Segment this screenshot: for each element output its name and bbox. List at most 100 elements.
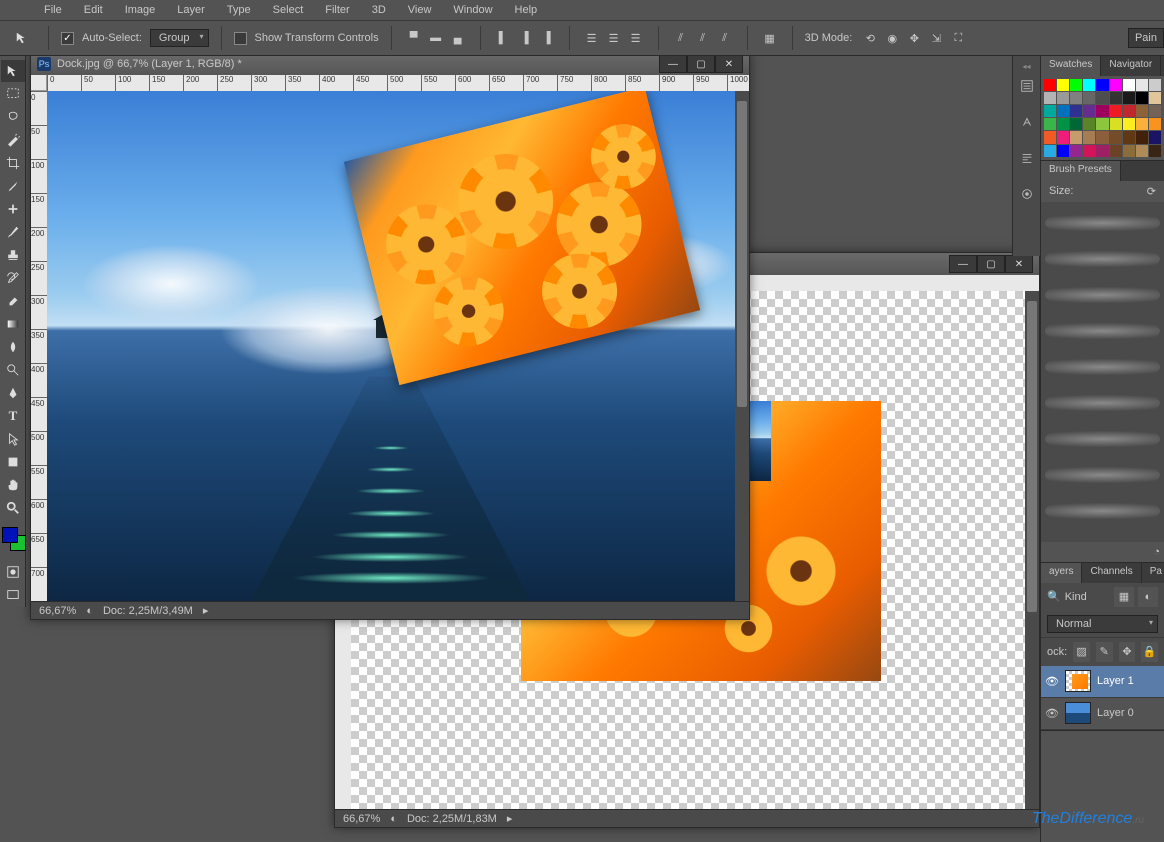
lock-pixels-icon[interactable]: ✎ xyxy=(1096,642,1113,662)
swatch[interactable] xyxy=(1083,145,1095,157)
swatch[interactable] xyxy=(1057,105,1069,117)
swatch[interactable] xyxy=(1110,145,1122,157)
paths-tab[interactable]: Pa xyxy=(1142,563,1164,583)
auto-select-checkbox[interactable] xyxy=(61,32,74,45)
wand-tool[interactable] xyxy=(1,129,25,151)
marquee-tool[interactable] xyxy=(1,83,25,105)
swatch[interactable] xyxy=(1149,118,1161,130)
menu-layer[interactable]: Layer xyxy=(167,2,215,18)
history-panel-icon[interactable] xyxy=(1015,72,1039,100)
maximize-button[interactable]: ▢ xyxy=(977,255,1005,273)
swatch[interactable] xyxy=(1110,131,1122,143)
swatch[interactable] xyxy=(1083,105,1095,117)
zoom-tool[interactable] xyxy=(1,497,25,519)
swatch[interactable] xyxy=(1110,105,1122,117)
swatch[interactable] xyxy=(1123,79,1135,91)
layer-row-0[interactable]: 👁 Layer 0 xyxy=(1041,698,1164,730)
align-top-icon[interactable]: ▀ xyxy=(404,28,424,48)
layer-row-1[interactable]: 👁 Layer 1 xyxy=(1041,666,1164,698)
menu-view[interactable]: View xyxy=(398,2,442,18)
channels-tab[interactable]: Channels xyxy=(1082,563,1141,583)
swatch[interactable] xyxy=(1110,92,1122,104)
swatch[interactable] xyxy=(1057,145,1069,157)
crop-tool[interactable] xyxy=(1,152,25,174)
close-button[interactable]: ✕ xyxy=(715,55,743,73)
shape-tool[interactable] xyxy=(1,451,25,473)
menu-type[interactable]: Type xyxy=(217,2,261,18)
healing-tool[interactable] xyxy=(1,198,25,220)
swatch[interactable] xyxy=(1123,118,1135,130)
menu-select[interactable]: Select xyxy=(263,2,314,18)
doc2-scrollbar[interactable] xyxy=(1025,291,1039,809)
lock-transparent-icon[interactable]: ▨ xyxy=(1073,642,1090,662)
swatch[interactable] xyxy=(1136,79,1148,91)
swatch[interactable] xyxy=(1149,105,1161,117)
doc1-canvas[interactable] xyxy=(47,91,735,601)
lock-all-icon[interactable]: 🔒 xyxy=(1141,642,1158,662)
swatch[interactable] xyxy=(1070,131,1082,143)
menu-window[interactable]: Window xyxy=(443,2,502,18)
eraser-tool[interactable] xyxy=(1,290,25,312)
menu-file[interactable]: File xyxy=(34,2,72,18)
menu-filter[interactable]: Filter xyxy=(315,2,359,18)
close-button[interactable]: ✕ xyxy=(1005,255,1033,273)
swatch[interactable] xyxy=(1123,92,1135,104)
brush-presets-tab[interactable]: Brush Presets xyxy=(1041,161,1121,181)
align-vcenter-icon[interactable]: ▬ xyxy=(426,28,446,48)
filter-adjust-icon[interactable]: ◐ xyxy=(1138,587,1158,607)
current-tool-icon[interactable] xyxy=(8,27,36,49)
swatch[interactable] xyxy=(1096,105,1108,117)
doc2-zoom[interactable]: 66,67% xyxy=(343,813,380,825)
swatch[interactable] xyxy=(1149,92,1161,104)
swatch[interactable] xyxy=(1083,131,1095,143)
hand-tool[interactable] xyxy=(1,474,25,496)
lock-position-icon[interactable]: ✥ xyxy=(1119,642,1136,662)
brush-list[interactable] xyxy=(1041,202,1164,542)
collapse-handle-icon[interactable]: ◂◂ xyxy=(1013,62,1040,70)
auto-select-dropdown[interactable]: Group xyxy=(150,29,209,47)
swatch[interactable] xyxy=(1136,118,1148,130)
doc1-zoom[interactable]: 66,67% xyxy=(39,605,76,617)
brush-tool[interactable] xyxy=(1,221,25,243)
dist-hcenter-icon[interactable]: ⫽ xyxy=(693,28,713,48)
dist-vcenter-icon[interactable]: ☰ xyxy=(604,28,624,48)
visibility-icon[interactable]: 👁 xyxy=(1045,706,1059,720)
screenmode-tool[interactable] xyxy=(1,584,25,606)
paint-button[interactable]: Pain xyxy=(1128,28,1164,48)
lasso-tool[interactable] xyxy=(1,106,25,128)
menu-help[interactable]: Help xyxy=(505,2,548,18)
layer-name[interactable]: Layer 0 xyxy=(1097,707,1134,719)
swatch[interactable] xyxy=(1044,105,1056,117)
info-icon[interactable]: ◐ xyxy=(390,813,397,825)
swatch[interactable] xyxy=(1096,92,1108,104)
swatch[interactable] xyxy=(1149,79,1161,91)
swatch[interactable] xyxy=(1123,105,1135,117)
slide-icon[interactable]: ⇲ xyxy=(926,28,946,48)
dodge-tool[interactable] xyxy=(1,359,25,381)
dist-left-icon[interactable]: ⫽ xyxy=(671,28,691,48)
minimize-button[interactable]: — xyxy=(949,255,977,273)
pen-tool[interactable] xyxy=(1,382,25,404)
gradient-tool[interactable] xyxy=(1,313,25,335)
layer-thumbnail[interactable] xyxy=(1065,670,1091,692)
move-tool[interactable] xyxy=(1,60,25,82)
filter-icon[interactable]: 🔍 xyxy=(1047,590,1061,603)
swatch[interactable] xyxy=(1123,145,1135,157)
layer-thumbnail[interactable] xyxy=(1065,702,1091,724)
swatch[interactable] xyxy=(1044,145,1056,157)
swatch[interactable] xyxy=(1070,118,1082,130)
disclosure-icon[interactable]: ▸ xyxy=(507,812,513,825)
navigator-tab[interactable]: Navigator xyxy=(1101,56,1161,76)
quickmask-tool[interactable] xyxy=(1,561,25,583)
swatch[interactable] xyxy=(1110,79,1122,91)
path-select-tool[interactable] xyxy=(1,428,25,450)
align-left-icon[interactable]: ▌ xyxy=(493,28,513,48)
auto-align-icon[interactable]: ▦ xyxy=(760,28,780,48)
swatch[interactable] xyxy=(1070,145,1082,157)
type-tool[interactable]: T xyxy=(1,405,25,427)
swatch[interactable] xyxy=(1044,79,1056,91)
swatch[interactable] xyxy=(1070,105,1082,117)
info-icon[interactable]: ◐ xyxy=(86,605,93,617)
foreground-color-chip[interactable] xyxy=(2,527,18,543)
swatch[interactable] xyxy=(1136,92,1148,104)
